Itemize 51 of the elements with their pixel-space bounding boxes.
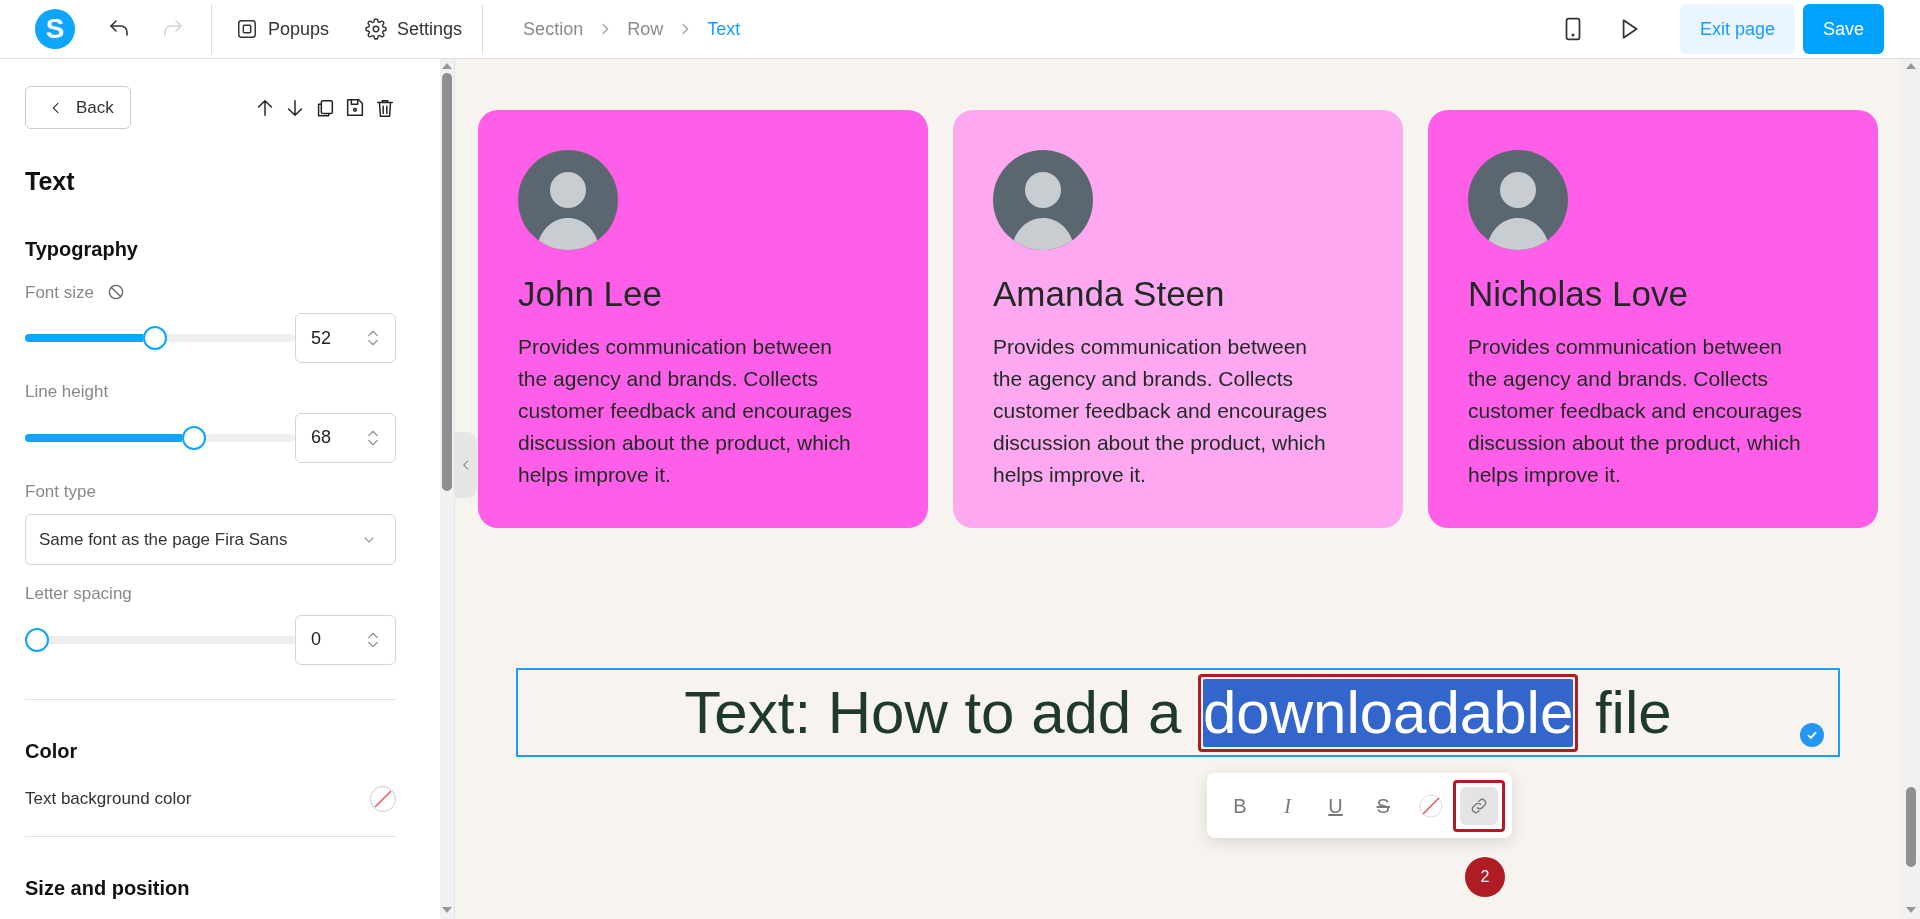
panel-title: Text [25,166,76,197]
field-label: Text background color [25,787,192,810]
section-title: Typography [25,236,139,262]
person-description: Provides communication between the agency and brands. Collects customer feedback and encourages discussion about the product, which helps improve it. [518,333,853,488]
no-color-icon [1419,793,1444,818]
save-icon[interactable] [344,96,366,119]
slider-thumb[interactable] [182,425,207,450]
settings-button[interactable]: Settings [365,15,463,43]
underline-button[interactable]: U [1316,786,1355,825]
slider-track[interactable] [25,326,295,350]
breadcrumb-link[interactable]: Text [707,15,741,43]
heading-text: Text: How to add a [684,678,1183,747]
font-type-dropdown[interactable]: Same font as the page Fira Sans [25,514,396,565]
field-label: Line height [25,381,109,403]
text-block[interactable]: Text: How to add a downloadable file [516,668,1840,757]
settings-icon [365,18,388,40]
selected-text: downloadable [1202,678,1574,747]
field-label: Font type [25,480,97,503]
link-button[interactable] [1460,786,1498,825]
breadcrumb-link[interactable]: Section [523,15,584,43]
popups-button[interactable]: Popups [236,15,330,43]
check-icon [1800,723,1824,747]
logo[interactable]: S [35,9,75,49]
number-field[interactable]: 0 [295,614,396,665]
field-label: Font size [25,281,94,304]
bold-button[interactable]: B [1221,786,1259,825]
person-description: Provides communication between the agency and brands. Collects customer feedback and encourages discussion about the product, which helps improve it. [993,333,1328,488]
strikethrough-button[interactable]: S [1364,786,1403,825]
breadcrumb-link[interactable]: Row [627,15,664,43]
number-field[interactable]: 68 [295,412,396,463]
scrollbar[interactable] [1901,59,1920,919]
person-name: Amanda Steen [993,273,1226,315]
person-name: John Lee [518,273,664,315]
slider-track[interactable] [25,425,295,450]
person-description: Provides communication between the agency and brands. Collects customer feedback and encourages discussion about the product, which helps improve it. [1468,333,1803,488]
number-field[interactable]: 52 [295,313,396,363]
back-button[interactable]: Back [25,86,131,129]
section-title: Color [25,738,79,764]
scrollbar[interactable] [440,59,454,919]
field-label: Letter spacing [25,583,132,605]
exit-page-button[interactable]: Exit page [1679,4,1795,54]
heading-text: file [1593,678,1672,747]
step-badge: 2 [1465,857,1505,897]
section-title: Size and position [25,875,191,901]
person-name: Nicholas Love [1468,273,1689,315]
square-icon [236,18,258,40]
slider-thumb[interactable] [143,326,168,350]
italic-button[interactable]: I [1268,786,1307,825]
slider-track[interactable] [25,627,295,652]
save-button[interactable]: Save [1802,4,1884,54]
slider-thumb[interactable] [25,627,49,652]
